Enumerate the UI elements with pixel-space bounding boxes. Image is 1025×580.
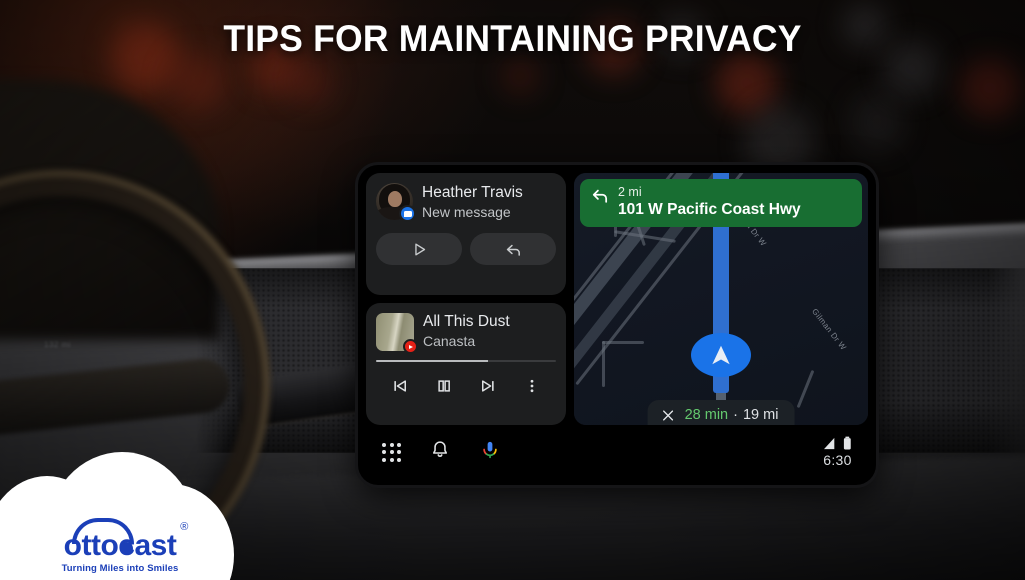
play-message-icon — [414, 243, 425, 255]
close-icon[interactable] — [661, 408, 676, 423]
navigation-distance: 2 mi — [618, 185, 642, 199]
previous-track-icon — [394, 380, 406, 392]
navigation-instruction-banner: 2 mi 101 W Pacific Coast Hwy — [580, 179, 862, 227]
track-title: All This Dust — [423, 313, 510, 330]
navigation-arrow-icon — [712, 345, 730, 364]
navigation-map[interactable]: Gilman Dr W Gilman Dr W 2 mi 101 W Pacif… — [574, 173, 868, 425]
cards-column: Heather Travis New message All This Dust… — [366, 173, 566, 425]
eta-time: 28 min — [684, 407, 729, 423]
notifications-button[interactable] — [429, 439, 451, 466]
current-position-marker — [691, 333, 751, 377]
registered-trademark-icon: ® — [180, 521, 189, 533]
turn-left-icon — [592, 189, 608, 203]
logo-dot-icon — [119, 542, 133, 555]
bell-icon — [432, 440, 448, 457]
car-head-unit-screen: Heather Travis New message All This Dust… — [358, 165, 876, 485]
message-status: New message — [422, 204, 511, 220]
cellular-signal-icon — [824, 437, 835, 450]
message-card[interactable]: Heather Travis New message — [366, 173, 566, 295]
overflow-menu-button[interactable] — [510, 373, 554, 399]
avatar-face — [388, 191, 402, 207]
eta-separator: · — [733, 407, 738, 423]
previous-track-button[interactable] — [378, 373, 422, 399]
message-sender: Heather Travis — [422, 184, 523, 201]
youtube-music-badge-icon — [403, 339, 418, 354]
brand-logo-cloud: ottocast ® Turning Miles into Smiles — [0, 424, 234, 580]
media-card[interactable]: All This Dust Canasta — [366, 303, 566, 425]
playback-progress-fill — [376, 360, 488, 362]
overflow-menu-icon — [530, 379, 534, 393]
app-grid-icon — [382, 442, 401, 462]
next-track-icon — [482, 380, 494, 392]
track-artist: Canasta — [423, 333, 476, 349]
eta-distance: 19 mi — [742, 407, 779, 423]
navigation-street: 101 W Pacific Coast Hwy — [618, 201, 801, 218]
message-badge-icon — [399, 205, 416, 222]
play-message-button[interactable] — [376, 233, 462, 265]
status-clock: 6:30 — [823, 452, 852, 468]
app-grid-button[interactable] — [382, 442, 401, 462]
avatar — [376, 183, 416, 222]
logo-tagline: Turning Miles into Smiles — [61, 563, 179, 574]
map-road-minor — [602, 341, 644, 344]
reply-button[interactable] — [470, 233, 556, 265]
pause-icon — [438, 380, 450, 392]
playback-progress-bar[interactable] — [376, 360, 556, 362]
next-track-button[interactable] — [466, 373, 510, 399]
battery-icon — [843, 436, 851, 450]
pause-button[interactable] — [422, 373, 466, 399]
head-unit-bottom-bar: 6:30 — [358, 425, 876, 485]
reply-icon — [506, 244, 520, 256]
album-art — [376, 313, 418, 354]
ottocast-logo: ottocast ® Turning Miles into Smiles — [40, 518, 200, 574]
map-road-minor — [602, 341, 605, 387]
assistant-button[interactable] — [479, 439, 501, 466]
eta-pill[interactable]: 28 min · 19 mi — [647, 400, 795, 425]
google-assistant-mic-icon — [483, 441, 497, 458]
page-title: TIPS FOR MAINTAINING PRIVACY — [223, 18, 802, 59]
